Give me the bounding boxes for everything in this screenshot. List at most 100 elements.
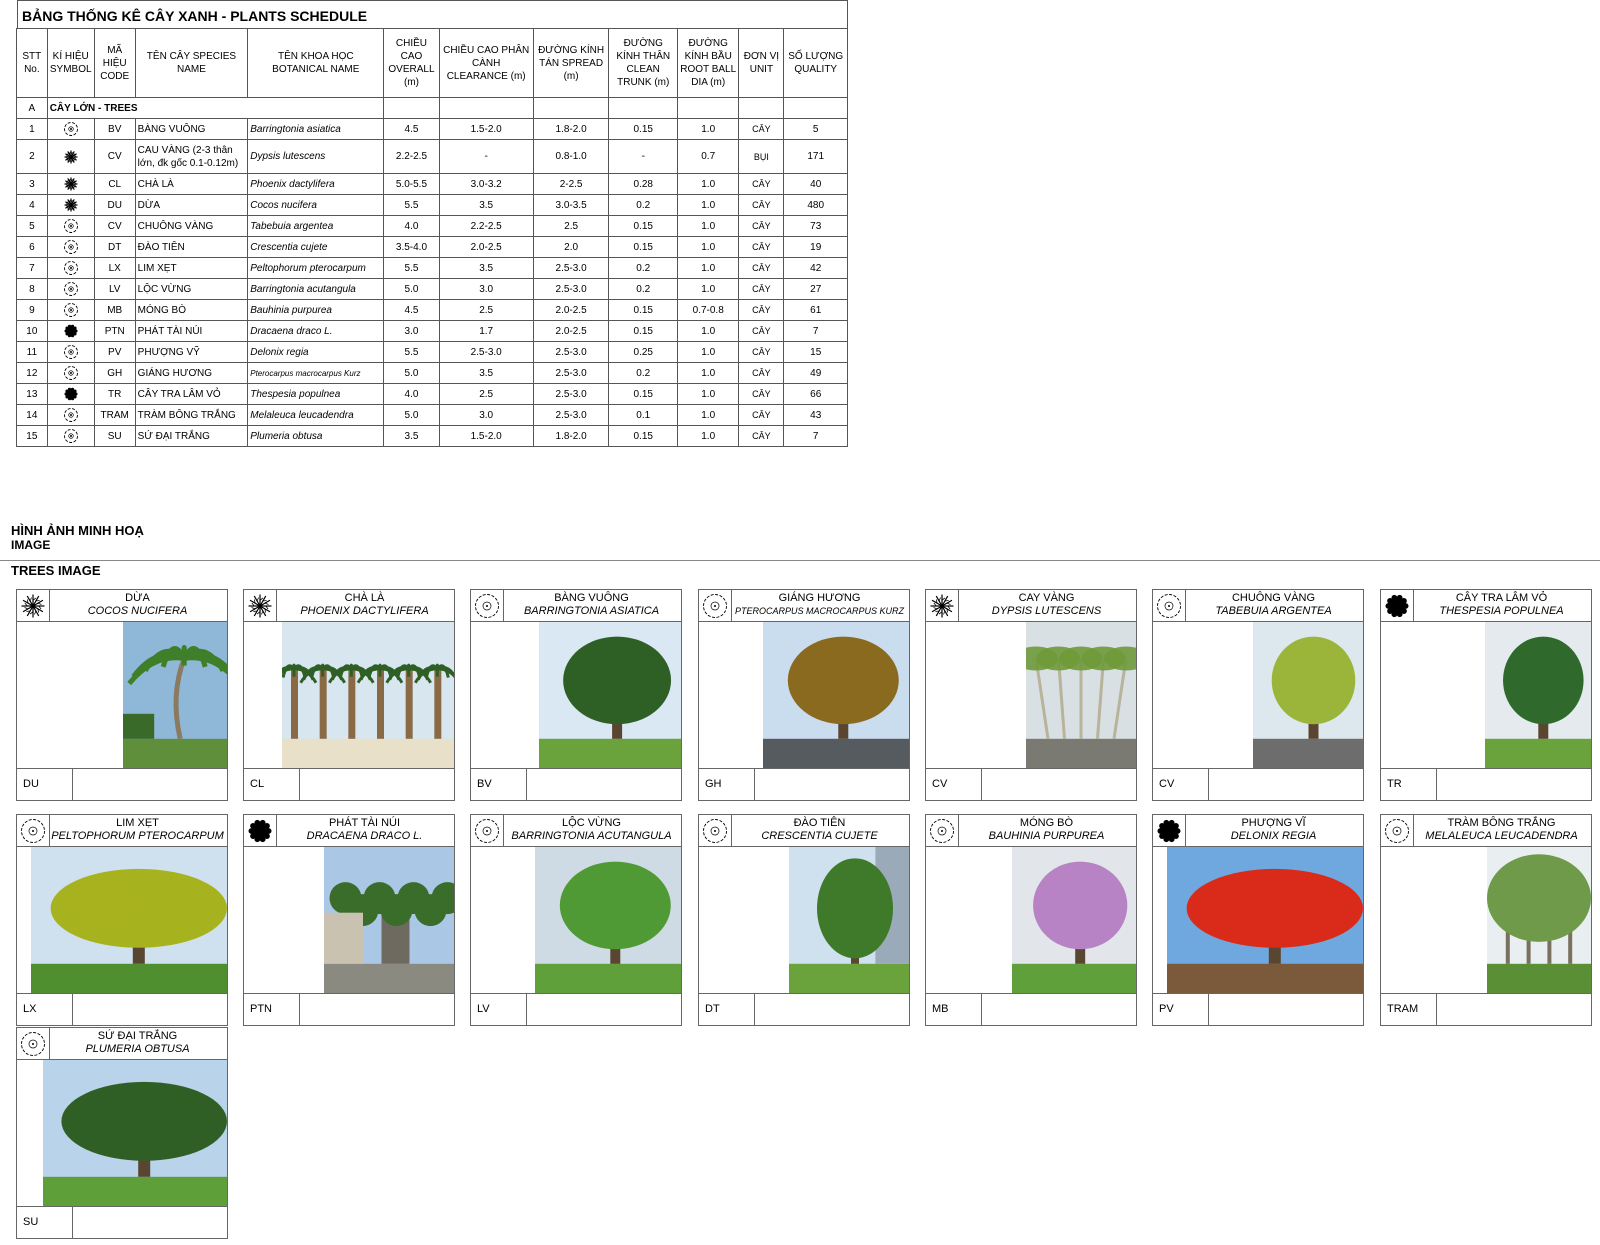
row-rootball: 1.0 bbox=[677, 404, 740, 426]
card-botanical-name: TABEBUIA ARGENTEA bbox=[1215, 605, 1332, 617]
row-trunk: 0.15 bbox=[608, 383, 679, 405]
row-botanical: Barringtonia acutangula bbox=[247, 278, 385, 300]
card-header: DỪA COCOS NUCIFERA bbox=[17, 590, 227, 622]
card-botanical-name: PTEROCARPUS MACROCARPUS KURZ bbox=[734, 606, 905, 616]
row-species: CHÀ LÀ bbox=[134, 173, 249, 195]
card-footer: LX bbox=[17, 993, 227, 1025]
row-clearance: 3.0 bbox=[438, 278, 534, 300]
row-rootball: 1.0 bbox=[677, 383, 740, 405]
card-header: MÓNG BÒ BAUHINIA PURPUREA bbox=[926, 815, 1136, 847]
row-overall: 4.0 bbox=[383, 215, 440, 237]
row-spread: 1.8-2.0 bbox=[532, 425, 610, 447]
row-quality: 73 bbox=[783, 215, 848, 237]
palm-symbol-icon bbox=[63, 176, 79, 192]
row-code: CV bbox=[93, 139, 136, 174]
row-unit: CÂY bbox=[738, 383, 785, 405]
palm-symbol-icon bbox=[17, 590, 50, 621]
row-symbol bbox=[46, 139, 95, 174]
row-species: ĐÀO TIÊN bbox=[134, 236, 249, 258]
row-rootball: 1.0 bbox=[677, 425, 740, 447]
row-botanical: Dracaena draco L. bbox=[247, 320, 385, 342]
row-rootball: 1.0 bbox=[677, 215, 740, 237]
card-header: TRÀM BÔNG TRẮNG MELALEUCA LEUCADENDRA bbox=[1381, 815, 1591, 847]
row-spread: 0.8-1.0 bbox=[532, 139, 610, 174]
tree-card: SỨ ĐẠI TRẮNG PLUMERIA OBTUSA SU bbox=[16, 1027, 228, 1239]
tree-symbol-icon bbox=[63, 302, 79, 318]
row-no: 8 bbox=[16, 278, 48, 300]
row-trunk: 0.15 bbox=[608, 320, 679, 342]
tree-symbol-icon bbox=[63, 407, 79, 423]
card-species-name: DỪA bbox=[125, 592, 150, 604]
row-unit: CÂY bbox=[738, 278, 785, 300]
row-no: 9 bbox=[16, 299, 48, 321]
card-footer: TR bbox=[1381, 768, 1591, 800]
row-spread: 2.0 bbox=[532, 236, 610, 258]
row-spread: 1.8-2.0 bbox=[532, 118, 610, 140]
header-unit: ĐƠN VỊ UNIT bbox=[738, 28, 785, 98]
row-unit: CÂY bbox=[738, 341, 785, 363]
row-rootball: 1.0 bbox=[677, 257, 740, 279]
card-botanical-name: CRESCENTIA CUJETE bbox=[761, 830, 878, 842]
table-row: 1 BV BÀNG VUÔNG Barringtonia asiatica 4.5 1.5… bbox=[16, 118, 848, 140]
row-code: PV bbox=[93, 341, 136, 363]
row-rootball: 0.7 bbox=[677, 139, 740, 174]
row-species: MÓNG BÒ bbox=[134, 299, 249, 321]
tree-symbol-icon bbox=[63, 344, 79, 360]
row-symbol bbox=[46, 278, 95, 300]
row-no: 2 bbox=[16, 139, 48, 174]
palm-symbol-icon bbox=[63, 197, 79, 213]
card-botanical-name: PHOENIX DACTYLIFERA bbox=[300, 605, 429, 617]
header-species: TÊN CÂY SPECIES NAME bbox=[134, 28, 249, 98]
card-botanical-name: DELONIX REGIA bbox=[1230, 830, 1317, 842]
table-row: 12 GH GIÁNG HƯƠNG Pterocarpus macrocarpus K… bbox=[16, 362, 848, 384]
row-rootball: 0.7-0.8 bbox=[677, 299, 740, 321]
shrub-symbol-icon bbox=[63, 323, 79, 339]
section-code: A bbox=[16, 97, 48, 119]
table-row: 5 CV CHUÔNG VÀNG Tabebuia argentea 4.0 2.2-2.… bbox=[16, 215, 848, 237]
card-header: BÀNG VUÔNG BARRINGTONIA ASIATICA bbox=[471, 590, 681, 622]
row-trunk: 0.15 bbox=[608, 118, 679, 140]
card-footer: CV bbox=[926, 768, 1136, 800]
row-trunk: - bbox=[608, 139, 679, 174]
row-code: PTN bbox=[93, 320, 136, 342]
tree-symbol-icon bbox=[926, 815, 959, 846]
card-botanical-name: BARRINGTONIA ASIATICA bbox=[523, 605, 660, 617]
schedule-title: BẢNG THỐNG KÊ CÂY XANH - PLANTS SCHEDULE bbox=[17, 0, 848, 28]
row-symbol bbox=[46, 404, 95, 426]
card-header: ĐÀO TIÊN CRESCENTIA CUJETE bbox=[699, 815, 909, 847]
header-quality: SỐ LƯỢNG QUALITY bbox=[783, 28, 848, 98]
tree-card: MÓNG BÒ BAUHINIA PURPUREA MB bbox=[925, 814, 1137, 1026]
tree-photo bbox=[1167, 847, 1363, 993]
card-botanical-name: BARRINGTONIA ACUTANGULA bbox=[511, 830, 672, 842]
row-code: DU bbox=[93, 194, 136, 216]
row-quality: 7 bbox=[783, 425, 848, 447]
row-overall: 5.0 bbox=[383, 278, 440, 300]
card-header: CAY VÀNG DYPSIS LUTESCENS bbox=[926, 590, 1136, 622]
row-clearance: 1.5-2.0 bbox=[438, 425, 534, 447]
row-no: 1 bbox=[16, 118, 48, 140]
row-overall: 5.5 bbox=[383, 257, 440, 279]
row-spread: 2.5-3.0 bbox=[532, 257, 610, 279]
row-spread: 2.5-3.0 bbox=[532, 278, 610, 300]
schedule-table: STT No. KÍ HIỆU SYMBOL MÃ HIỆU CODE TÊN … bbox=[16, 28, 848, 447]
row-clearance: 2.2-2.5 bbox=[438, 215, 534, 237]
tree-symbol-icon bbox=[63, 428, 79, 444]
row-spread: 2.0-2.5 bbox=[532, 320, 610, 342]
row-botanical: Dypsis lutescens bbox=[247, 139, 385, 174]
row-code: CL bbox=[93, 173, 136, 195]
row-unit: BỤI bbox=[738, 139, 785, 174]
row-symbol bbox=[46, 118, 95, 140]
tree-symbol-icon bbox=[1153, 590, 1186, 621]
row-no: 13 bbox=[16, 383, 48, 405]
row-symbol bbox=[46, 341, 95, 363]
tree-symbol-icon bbox=[471, 590, 504, 621]
row-botanical: Thespesia populnea bbox=[247, 383, 385, 405]
row-no: 10 bbox=[16, 320, 48, 342]
card-botanical-name: COCOS NUCIFERA bbox=[87, 605, 188, 617]
row-botanical: Plumeria obtusa bbox=[247, 425, 385, 447]
row-rootball: 1.0 bbox=[677, 362, 740, 384]
card-botanical-name: PLUMERIA OBTUSA bbox=[85, 1043, 190, 1055]
row-overall: 3.5-4.0 bbox=[383, 236, 440, 258]
card-footer: GH bbox=[699, 768, 909, 800]
row-clearance: 3.5 bbox=[438, 257, 534, 279]
